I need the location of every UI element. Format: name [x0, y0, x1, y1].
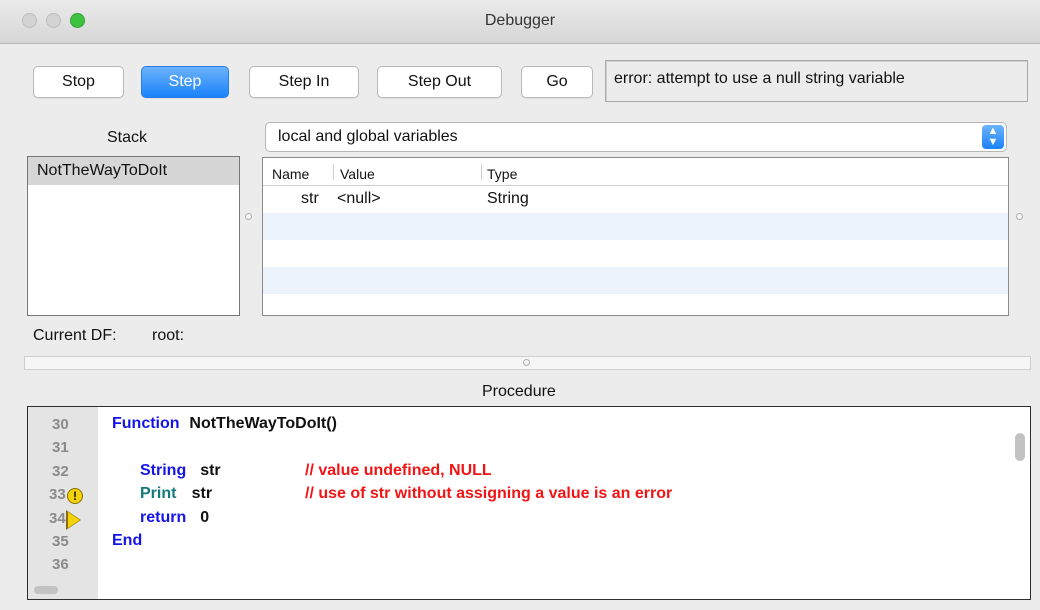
- variables-table[interactable]: Name Value Type str <null> String: [262, 157, 1009, 316]
- pane-splitter-handle[interactable]: [523, 359, 530, 366]
- column-header-name[interactable]: Name: [272, 166, 309, 182]
- code-line[interactable]: 30 Function NotTheWayToDoIt(): [28, 415, 1008, 438]
- variable-value: <null>: [337, 190, 381, 207]
- code-line[interactable]: 32 String str // value undefined, NULL: [28, 462, 1008, 485]
- table-row: [263, 240, 1008, 267]
- variable-type: String: [487, 190, 529, 207]
- table-row: [263, 294, 1008, 315]
- current-df-value: root:: [152, 327, 185, 344]
- code-comment: // value undefined, NULL: [305, 461, 492, 479]
- code-comment: // use of str without assigning a value …: [305, 485, 673, 503]
- go-button[interactable]: Go: [521, 66, 593, 98]
- step-button[interactable]: Step: [141, 66, 229, 98]
- window-title: Debugger: [484, 12, 556, 29]
- code-line[interactable]: 33! Print str// use of str without assign…: [28, 485, 1008, 508]
- step-in-button[interactable]: Step In: [249, 66, 359, 98]
- program-counter-arrow-fill: [68, 511, 80, 528]
- stack-splitter-handle[interactable]: [245, 213, 252, 220]
- code-token: 0: [200, 508, 210, 526]
- step-out-button[interactable]: Step Out: [377, 66, 502, 98]
- variable-scope-value: local and global variables: [278, 128, 458, 145]
- code-token: Print: [140, 485, 181, 503]
- variable-scope-select[interactable]: local and global variables ▲ ▼: [265, 122, 1007, 152]
- table-row: [263, 267, 1008, 294]
- code-token: str: [191, 485, 213, 503]
- status-message: error: attempt to use a null string vari…: [605, 60, 1028, 102]
- stack-title: Stack: [107, 129, 148, 146]
- code-token: String: [140, 461, 191, 479]
- code-token: str: [200, 461, 221, 479]
- vertical-scrollbar[interactable]: [1015, 433, 1025, 461]
- line-number: 31: [52, 439, 69, 457]
- stack-list[interactable]: NotTheWayToDoIt: [27, 156, 240, 316]
- variable-name: str: [301, 190, 319, 207]
- stop-button[interactable]: Stop: [33, 66, 124, 98]
- table-row: [263, 213, 1008, 240]
- line-number: 32: [52, 462, 69, 480]
- pane-splitter[interactable]: [24, 356, 1031, 370]
- current-df-label: Current DF:: [33, 327, 117, 344]
- horizontal-scrollbar[interactable]: [34, 586, 58, 594]
- code-token: Function: [112, 415, 184, 432]
- table-row[interactable]: str <null> String: [263, 186, 1008, 213]
- code-line[interactable]: 35 End: [28, 532, 1008, 555]
- variables-splitter-handle[interactable]: [1016, 213, 1023, 220]
- column-header-type[interactable]: Type: [487, 166, 517, 182]
- code-line[interactable]: 36: [28, 555, 1008, 578]
- code-token: NotTheWayToDoIt(): [189, 415, 337, 432]
- title-bar: Debugger: [0, 0, 1040, 44]
- code-token: return: [140, 508, 191, 526]
- updown-chevron-icon: ▲ ▼: [982, 125, 1004, 149]
- stack-item-selected[interactable]: NotTheWayToDoIt: [28, 157, 239, 185]
- column-divider: [333, 164, 334, 180]
- column-divider: [481, 164, 482, 180]
- procedure-code-editor[interactable]: 30 Function NotTheWayToDoIt() 31 32 String s…: [27, 406, 1031, 600]
- column-header-value[interactable]: Value: [340, 166, 375, 182]
- code-line[interactable]: 31: [28, 438, 1008, 461]
- line-number: 30: [52, 416, 69, 433]
- variables-header: Name Value Type: [263, 158, 1008, 186]
- code-token: End: [112, 532, 143, 549]
- line-number: 35: [52, 533, 69, 550]
- code-line[interactable]: 34 return 0: [28, 509, 1008, 532]
- line-number: 36: [52, 556, 69, 574]
- procedure-title: Procedure: [482, 383, 556, 400]
